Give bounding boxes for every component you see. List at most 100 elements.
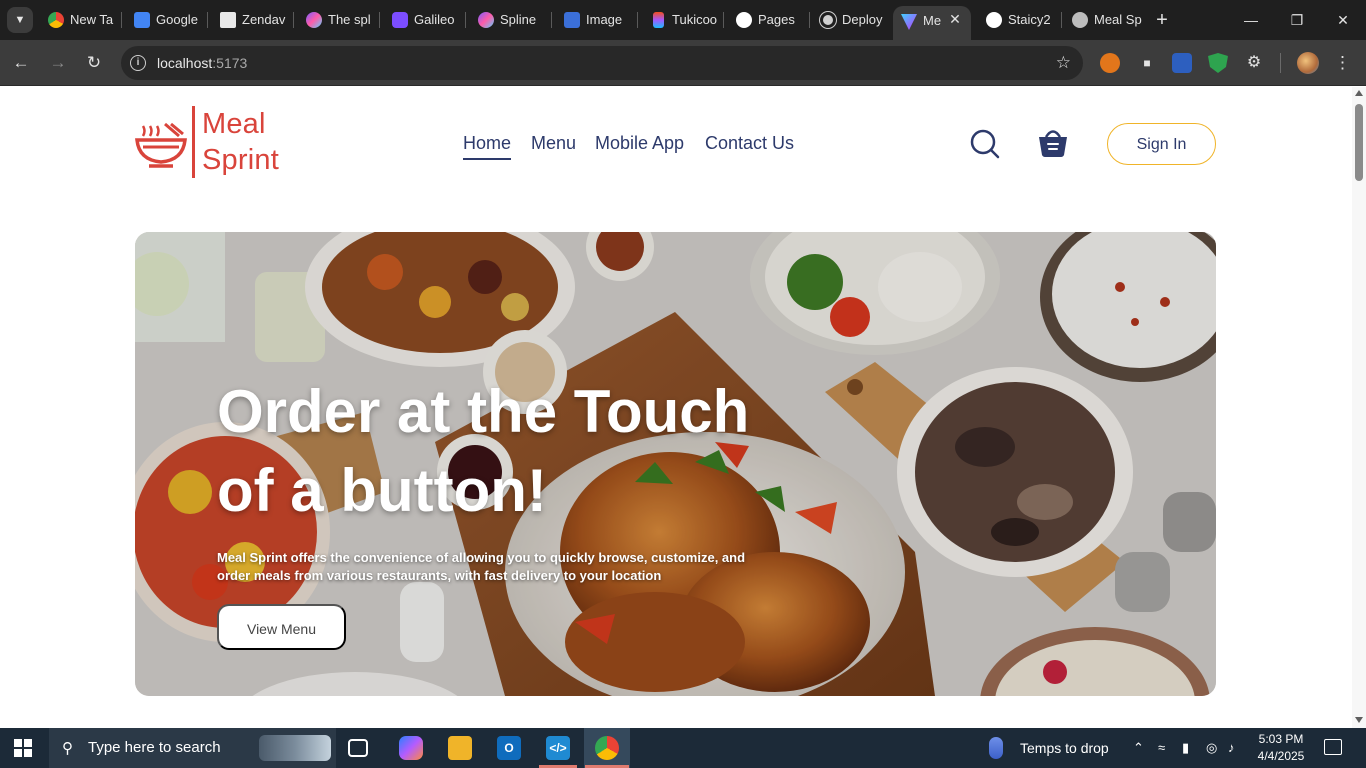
bookmark-star-icon[interactable]: ☆ (1056, 52, 1071, 74)
nav-menu[interactable]: Menu (531, 131, 576, 155)
github-icon (986, 12, 1002, 28)
volume-icon[interactable]: ♪ (1228, 728, 1235, 768)
basket-icon[interactable] (1037, 126, 1069, 158)
google-docs-icon (134, 12, 150, 28)
tab-label: Deploy (842, 12, 883, 27)
figma-icon (653, 12, 664, 28)
minimize-button[interactable]: — (1236, 8, 1266, 32)
tab-label: Staicy2 (1008, 12, 1051, 27)
browser-tab[interactable]: Deploy (812, 0, 892, 40)
taskbar-search-box[interactable]: ⚲ Type here to search (49, 728, 336, 768)
nav-home[interactable]: Home (463, 131, 512, 160)
browser-tab[interactable]: Zendav (212, 0, 294, 40)
search-icon[interactable] (970, 129, 1000, 159)
browser-tab[interactable]: Meal Sp (1064, 0, 1142, 40)
page-viewport: Meal Sprint Home Menu Mobile App Contact… (0, 87, 1366, 728)
hero-banner: Order at the Touch of a button! Meal Spr… (135, 232, 1216, 696)
github-icon (736, 12, 752, 28)
vscode-icon[interactable]: </> (546, 736, 570, 760)
browser-tab[interactable]: Spline (470, 0, 552, 40)
search-highlight-image (259, 735, 331, 761)
battery-icon[interactable]: ▮ (1182, 728, 1189, 768)
weather-text[interactable]: Temps to drop (1020, 728, 1109, 768)
tab-label: New Ta (70, 12, 114, 27)
chrome-icon (595, 736, 619, 760)
spline-icon (478, 12, 494, 28)
shield-extension-icon[interactable] (1208, 53, 1228, 73)
puzzle-extensions-icon[interactable]: ⚙ (1244, 53, 1264, 73)
address-bar[interactable]: i localhost:5173 ☆ (121, 46, 1083, 80)
browser-tab[interactable]: Pages (728, 0, 810, 40)
tab-label: Google (156, 12, 198, 27)
copilot-icon[interactable] (399, 736, 423, 760)
reload-icon[interactable]: ↻ (82, 51, 106, 75)
deploy-icon (820, 12, 836, 28)
tab-label: Meal Sp (1094, 12, 1142, 27)
browser-tab[interactable]: The spl (298, 0, 380, 40)
browser-tab[interactable]: Tukicoo (642, 0, 724, 40)
tab-label: Galileo (414, 12, 455, 27)
galileo-icon (392, 12, 408, 28)
zendesk-icon (220, 12, 236, 28)
toolbar-divider (1280, 53, 1281, 73)
new-tab-button[interactable]: + (1151, 8, 1173, 32)
browser-toolbar: ← → ↻ i localhost:5173 ☆ ■ ⚙ ⋮ (0, 40, 1366, 86)
logo-divider (192, 106, 195, 178)
wifi-icon[interactable]: ≈ (1158, 728, 1165, 768)
windows-start-icon[interactable] (14, 739, 32, 757)
notifications-icon[interactable] (1324, 739, 1342, 755)
meet-now-icon[interactable]: ◎ (1206, 728, 1217, 768)
hero-title: Order at the Touch of a button! (217, 378, 750, 524)
search-icon: ⚲ (62, 740, 73, 757)
restore-button[interactable]: ❐ (1282, 8, 1312, 32)
chrome-icon (48, 12, 64, 28)
address-url[interactable]: localhost:5173 (157, 46, 247, 80)
taskbar-clock[interactable]: 5:03 PM 4/4/2025 (1252, 731, 1310, 765)
taskbar-search-placeholder: Type here to search (88, 739, 221, 756)
nav-mobile-app[interactable]: Mobile App (595, 131, 684, 155)
back-arrow-icon[interactable]: ← (9, 51, 33, 75)
scroll-up-arrow-icon[interactable] (1355, 90, 1363, 96)
profile-avatar[interactable] (1297, 52, 1319, 74)
show-hidden-icons-icon[interactable]: ⌃ (1133, 728, 1144, 768)
file-explorer-icon[interactable] (448, 736, 472, 760)
sign-in-button[interactable]: Sign In (1107, 123, 1216, 165)
nav-contact-us[interactable]: Contact Us (705, 131, 794, 155)
screen-capture-extension-icon[interactable] (1172, 53, 1192, 73)
thermometer-icon[interactable] (989, 737, 1003, 759)
close-tab-icon[interactable]: ✕ (948, 11, 962, 27)
browser-tab[interactable]: Staicy2 (978, 0, 1062, 40)
tab-search-chevron-icon[interactable]: ▼ (7, 7, 33, 33)
tab-label: Pages (758, 12, 795, 27)
logo-wordmark: Meal Sprint (202, 108, 279, 176)
browser-tab[interactable]: Google (126, 0, 208, 40)
browser-tab[interactable]: New Ta (40, 0, 122, 40)
hero-subtitle: Meal Sprint offers the convenience of al… (217, 550, 746, 583)
windows-taskbar: ⚲ Type here to search O </> Temps to dro… (0, 728, 1366, 768)
close-window-button[interactable]: ✕ (1328, 8, 1358, 32)
forward-arrow-icon[interactable]: → (46, 51, 70, 75)
meal-sprint-logo[interactable]: Meal Sprint (135, 106, 295, 180)
scroll-thumb[interactable] (1355, 104, 1363, 181)
spline-icon (306, 12, 322, 28)
browser-tab-strip: ▼ New Ta Google Zendav The spl Galileo S… (0, 0, 1366, 40)
globe-icon (1072, 12, 1088, 28)
outlook-icon[interactable]: O (497, 736, 521, 760)
bowl-logo-icon (135, 122, 187, 168)
task-view-icon[interactable] (348, 739, 368, 757)
extension-icon[interactable]: ■ (1137, 53, 1157, 73)
view-menu-button[interactable]: View Menu (217, 604, 346, 650)
tab-label: Tukicoo (672, 12, 718, 27)
tab-label: Me (923, 13, 942, 28)
browser-tab[interactable]: Galileo (384, 0, 466, 40)
image-icon (564, 12, 580, 28)
vite-icon (901, 14, 917, 30)
scroll-down-arrow-icon[interactable] (1355, 717, 1363, 723)
metamask-extension-icon[interactable] (1100, 53, 1120, 73)
site-info-icon[interactable]: i (130, 55, 146, 71)
tab-label: Zendav (242, 12, 286, 27)
tab-label: Image (586, 12, 623, 27)
page-scrollbar[interactable] (1352, 87, 1366, 728)
more-menu-icon[interactable]: ⋮ (1334, 51, 1351, 75)
browser-tab[interactable]: Image (556, 0, 638, 40)
